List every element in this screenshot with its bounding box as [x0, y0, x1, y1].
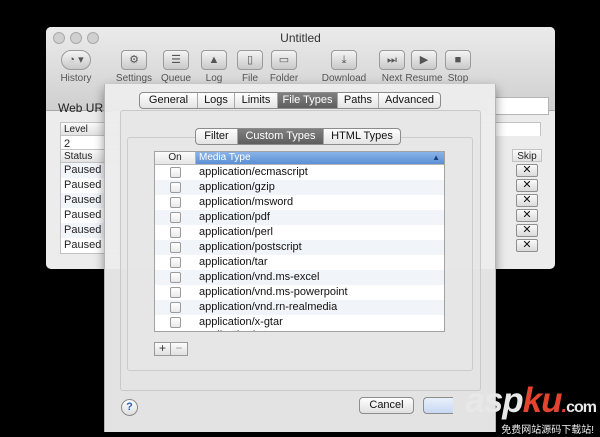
on-cell	[155, 165, 196, 180]
media-type-cell: application/postscript	[199, 241, 302, 253]
on-cell	[155, 255, 196, 270]
clock-icon: ◔ ▾	[61, 50, 91, 70]
media-type-column-header[interactable]: Media Type ▲	[196, 152, 444, 164]
table-row[interactable]: application/tar	[155, 255, 444, 270]
enabled-checkbox[interactable]	[170, 182, 181, 193]
window-title: Untitled	[280, 31, 321, 45]
on-cell	[155, 180, 196, 195]
toolbar-stop-label: Stop	[447, 73, 469, 84]
media-type-header-label: Media Type	[199, 152, 251, 163]
on-column-header[interactable]: On	[155, 152, 196, 164]
on-cell	[155, 210, 196, 225]
toolbar-history-button[interactable]: ◔ ▾ History	[50, 50, 102, 84]
sub-tab-html-types[interactable]: HTML Types	[324, 129, 400, 144]
media-type-cell: application/perl	[199, 226, 273, 238]
media-type-cell: application/tar	[199, 256, 268, 268]
remove-type-button[interactable]: −	[171, 342, 188, 356]
skip-button[interactable]: ✕	[516, 164, 538, 177]
enabled-checkbox[interactable]	[170, 287, 181, 298]
watermark-subtitle: 免费网站源码下载站!	[501, 425, 594, 436]
tab-paths[interactable]: Paths	[338, 93, 379, 108]
enabled-checkbox[interactable]	[170, 317, 181, 328]
skip-button[interactable]: ✕	[516, 224, 538, 237]
media-type-table: On Media Type ▲ application/ecmascript ap…	[154, 151, 445, 332]
file-type-sub-tabs: Filter Custom Types HTML Types	[195, 128, 401, 145]
enabled-checkbox[interactable]	[170, 167, 181, 178]
sub-tab-custom-types[interactable]: Custom Types	[238, 129, 324, 144]
table-row[interactable]: application/vnd.ms-powerpoint	[155, 285, 444, 300]
enabled-checkbox[interactable]	[170, 272, 181, 283]
table-row[interactable]: application/msword	[155, 195, 444, 210]
skip-column-header[interactable]: Skip	[512, 149, 542, 162]
skip-button[interactable]: ✕	[516, 209, 538, 222]
folder-icon: ▭	[271, 50, 297, 70]
table-row[interactable]: application/vnd.rn-realmedia	[155, 300, 444, 315]
media-type-cell: application/gzip	[199, 181, 275, 193]
table-row[interactable]: application/ecmascript	[155, 165, 444, 180]
on-cell	[155, 300, 196, 315]
enabled-checkbox[interactable]	[170, 227, 181, 238]
enabled-checkbox[interactable]	[170, 212, 181, 223]
skip-button[interactable]: ✕	[516, 239, 538, 252]
tab-file-types[interactable]: File Types	[278, 93, 338, 108]
toolbar-download-button[interactable]: ⤓ Download	[318, 50, 370, 84]
on-cell	[155, 195, 196, 210]
on-cell	[155, 225, 196, 240]
enabled-checkbox[interactable]	[170, 197, 181, 208]
media-type-cell: application/x-gtar	[199, 316, 283, 328]
media-type-cell: application/msword	[199, 196, 294, 208]
cancel-button[interactable]: Cancel	[359, 397, 414, 414]
add-remove-controls: + −	[154, 342, 188, 356]
list-item-partial: application/x-tar	[155, 330, 444, 331]
media-type-cell: application/vnd.ms-powerpoint	[199, 286, 348, 298]
watermark-logo: aspku.com 免费网站源码下载站!	[432, 381, 600, 437]
media-table-header: On Media Type ▲	[155, 152, 444, 165]
tab-limits[interactable]: Limits	[235, 93, 278, 108]
preferences-tabs: General Logs Limits File Types Paths Advanced	[139, 92, 441, 109]
sub-tab-filter[interactable]: Filter	[196, 129, 238, 144]
toolbar-history-label: History	[60, 73, 92, 84]
stop-icon: ■	[445, 50, 471, 70]
table-row[interactable]: application/x-gtar	[155, 315, 444, 330]
table-row[interactable]: application/pdf	[155, 210, 444, 225]
list-icon: ☰	[163, 50, 189, 70]
tab-advanced[interactable]: Advanced	[379, 93, 440, 108]
tab-logs[interactable]: Logs	[198, 93, 235, 108]
media-type-cell: application/vnd.ms-excel	[199, 271, 320, 283]
enabled-checkbox[interactable]	[170, 302, 181, 313]
skip-column: Skip ✕ ✕ ✕ ✕ ✕ ✕	[512, 149, 542, 252]
tab-general[interactable]: General	[140, 93, 198, 108]
table-row[interactable]: application/perl	[155, 225, 444, 240]
skip-button[interactable]: ✕	[516, 179, 538, 192]
table-row[interactable]: application/gzip	[155, 180, 444, 195]
toolbar-folder-button[interactable]: ▭ Folder	[258, 50, 310, 84]
preferences-sheet: General Logs Limits File Types Paths Advanced…	[104, 84, 496, 432]
toolbar-download-label: Download	[321, 73, 367, 84]
download-icon: ⤓	[331, 50, 357, 70]
toolbar-folder-label: Folder	[269, 73, 299, 84]
on-cell	[155, 315, 196, 330]
toolbar-stop-button[interactable]: ■ Stop	[432, 50, 484, 84]
help-button[interactable]: ?	[121, 399, 138, 416]
on-cell	[155, 270, 196, 285]
table-row[interactable]: application/vnd.ms-excel	[155, 270, 444, 285]
on-cell	[155, 285, 196, 300]
enabled-checkbox[interactable]	[170, 257, 181, 268]
media-type-cell: application/vnd.rn-realmedia	[199, 301, 338, 313]
table-row[interactable]: application/postscript	[155, 240, 444, 255]
sort-ascending-icon: ▲	[432, 153, 440, 162]
on-cell	[155, 240, 196, 255]
media-type-cell: application/ecmascript	[199, 166, 308, 178]
watermark-logo-text: aspku.com	[465, 381, 597, 420]
add-type-button[interactable]: +	[154, 342, 171, 356]
gear-icon: ⚙	[121, 50, 147, 70]
skip-button[interactable]: ✕	[516, 194, 538, 207]
enabled-checkbox[interactable]	[170, 242, 181, 253]
media-type-cell: application/pdf	[199, 211, 270, 223]
